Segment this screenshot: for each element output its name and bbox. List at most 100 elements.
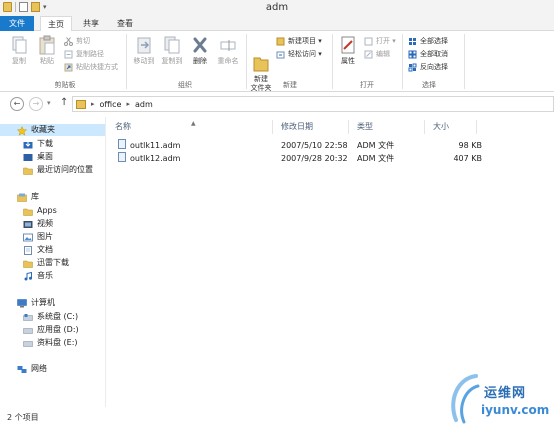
open-button[interactable]: 打开 ▾ [364, 35, 396, 47]
nav-item-pictures[interactable]: 图片 [23, 231, 53, 243]
edit-button[interactable]: 编辑 [364, 48, 390, 60]
download-icon [23, 140, 33, 149]
move-to-button[interactable]: 移动到 [130, 35, 158, 66]
watermark-url: iyunv.com [481, 403, 550, 417]
nav-item-network[interactable]: 网络 [17, 363, 47, 375]
delete-button[interactable]: 删除 [188, 35, 212, 66]
drive-icon [23, 326, 33, 335]
tab-home[interactable]: 主页 [40, 16, 72, 32]
file-icon [118, 139, 126, 149]
new-item-label: 新建项目 ▾ [288, 37, 322, 45]
tab-share[interactable]: 共享 [76, 16, 106, 31]
nav-label: 视频 [37, 219, 53, 228]
file-icon [118, 152, 126, 162]
rename-icon [219, 35, 237, 55]
nav-item-drive-d[interactable]: 应用盘 (D:) [23, 324, 79, 336]
recent-places-icon [23, 166, 33, 175]
invert-selection-button[interactable]: 反向选择 [408, 61, 448, 73]
tab-view[interactable]: 查看 [110, 16, 140, 31]
forward-button[interactable]: → [29, 97, 43, 111]
nav-label: Apps [37, 206, 57, 215]
desktop-icon [23, 153, 33, 162]
breadcrumb-adm[interactable]: adm [135, 100, 153, 109]
select-none-button[interactable]: 全部取消 [408, 48, 448, 60]
tab-file[interactable]: 文件 [0, 16, 34, 31]
nav-label: 应用盘 (D:) [37, 325, 79, 334]
nav-item-downloads[interactable]: 下载 [23, 138, 53, 150]
nav-label: 桌面 [37, 152, 53, 161]
file-row[interactable]: outlk12.adm 2007/9/28 20:32 ADM 文件 407 K… [116, 152, 546, 165]
network-icon [17, 365, 27, 374]
chevron-right-icon[interactable]: ▸ [91, 100, 95, 108]
new-item-button[interactable]: 新建项目 ▾ [276, 35, 322, 47]
easy-access-icon [276, 50, 285, 59]
file-date: 2007/9/28 20:32 [281, 154, 348, 163]
nav-item-desktop[interactable]: 桌面 [23, 151, 53, 163]
divider [246, 34, 247, 89]
edit-icon [364, 50, 373, 59]
delete-label: 删除 [193, 57, 207, 65]
file-row[interactable]: outlk11.adm 2007/5/10 22:58 ADM 文件 98 KB [116, 139, 546, 152]
open-group-label: 打开 [360, 81, 374, 89]
copy-to-button[interactable]: 复制到 [158, 35, 186, 66]
column-header-name[interactable]: ▲ 名称 [107, 120, 273, 134]
open-icon [364, 37, 373, 46]
divider [332, 34, 333, 89]
recent-locations-dropdown[interactable]: ▾ [47, 99, 51, 107]
nav-label: 网络 [31, 364, 47, 373]
nav-item-computer[interactable]: 计算机 [17, 297, 55, 309]
paste-shortcut-icon [64, 63, 73, 72]
arrow-left-icon: ← [13, 99, 21, 108]
properties-button[interactable]: 属性 [336, 35, 360, 66]
paste-label: 粘贴 [40, 57, 54, 65]
move-to-label: 移动到 [133, 57, 155, 65]
folder-icon [76, 99, 86, 109]
new-folder-label: 新建 文件夹 [250, 75, 272, 92]
nav-item-thunder-downloads[interactable]: 迅雷下载 [23, 257, 69, 269]
paste-button[interactable]: 粘贴 [34, 35, 60, 66]
new-folder-button[interactable]: 新建 文件夹 [248, 35, 274, 93]
library-icon [17, 193, 27, 202]
column-header-type[interactable]: 类型 [349, 120, 425, 134]
copy-icon [10, 35, 28, 55]
nav-label: 资料盘 (E:) [37, 338, 78, 347]
nav-label: 音乐 [37, 271, 53, 280]
nav-item-recent[interactable]: 最近访问的位置 [23, 164, 93, 176]
nav-item-apps[interactable]: Apps [23, 205, 57, 217]
chevron-right-icon[interactable]: ▸ [126, 100, 130, 108]
nav-label: 库 [31, 192, 39, 201]
ribbon: 复制 粘贴 剪切 复制路径 粘贴快捷方式 剪贴板 移动到 复制到 删除 重命名 … [0, 31, 554, 92]
select-all-button[interactable]: 全部选择 [408, 35, 448, 47]
up-button[interactable]: ↑ [60, 97, 68, 108]
copy-button[interactable]: 复制 [6, 35, 32, 66]
nav-label: 下载 [37, 139, 53, 148]
invert-selection-label: 反向选择 [420, 63, 448, 71]
select-group-label: 选择 [422, 81, 436, 89]
cut-button[interactable]: 剪切 [64, 35, 90, 47]
column-header-size[interactable]: 大小 [425, 120, 477, 134]
copy-path-button[interactable]: 复制路径 [64, 48, 104, 60]
nav-item-libraries[interactable]: 库 [17, 191, 39, 203]
music-icon [23, 271, 33, 281]
nav-item-favorites[interactable]: 收藏夹 [0, 124, 105, 136]
paste-shortcut-button[interactable]: 粘贴快捷方式 [64, 61, 118, 73]
rename-button[interactable]: 重命名 [214, 35, 242, 66]
edit-label: 编辑 [376, 50, 390, 58]
nav-item-documents[interactable]: 文档 [23, 244, 53, 256]
properties-icon [339, 35, 357, 55]
drive-icon [23, 313, 33, 322]
cut-label: 剪切 [76, 37, 90, 45]
nav-item-drive-e[interactable]: 资料盘 (E:) [23, 337, 78, 349]
delete-icon [191, 35, 209, 55]
open-label: 打开 ▾ [376, 37, 396, 45]
nav-item-drive-c[interactable]: 系统盘 (C:) [23, 311, 78, 323]
breadcrumb-office[interactable]: office [100, 100, 122, 109]
navigation-pane: 收藏夹 下载 桌面 最近访问的位置 库 Apps 视频 图片 文档 迅雷下载 音… [0, 117, 106, 407]
address-bar[interactable]: ▸ office ▸ adm [72, 96, 554, 112]
select-none-label: 全部取消 [420, 50, 448, 58]
easy-access-button[interactable]: 轻松访问 ▾ [276, 48, 322, 60]
back-button[interactable]: ← [10, 97, 24, 111]
nav-item-videos[interactable]: 视频 [23, 218, 53, 230]
column-header-date[interactable]: 修改日期 [273, 120, 349, 134]
nav-item-music[interactable]: 音乐 [23, 270, 53, 282]
